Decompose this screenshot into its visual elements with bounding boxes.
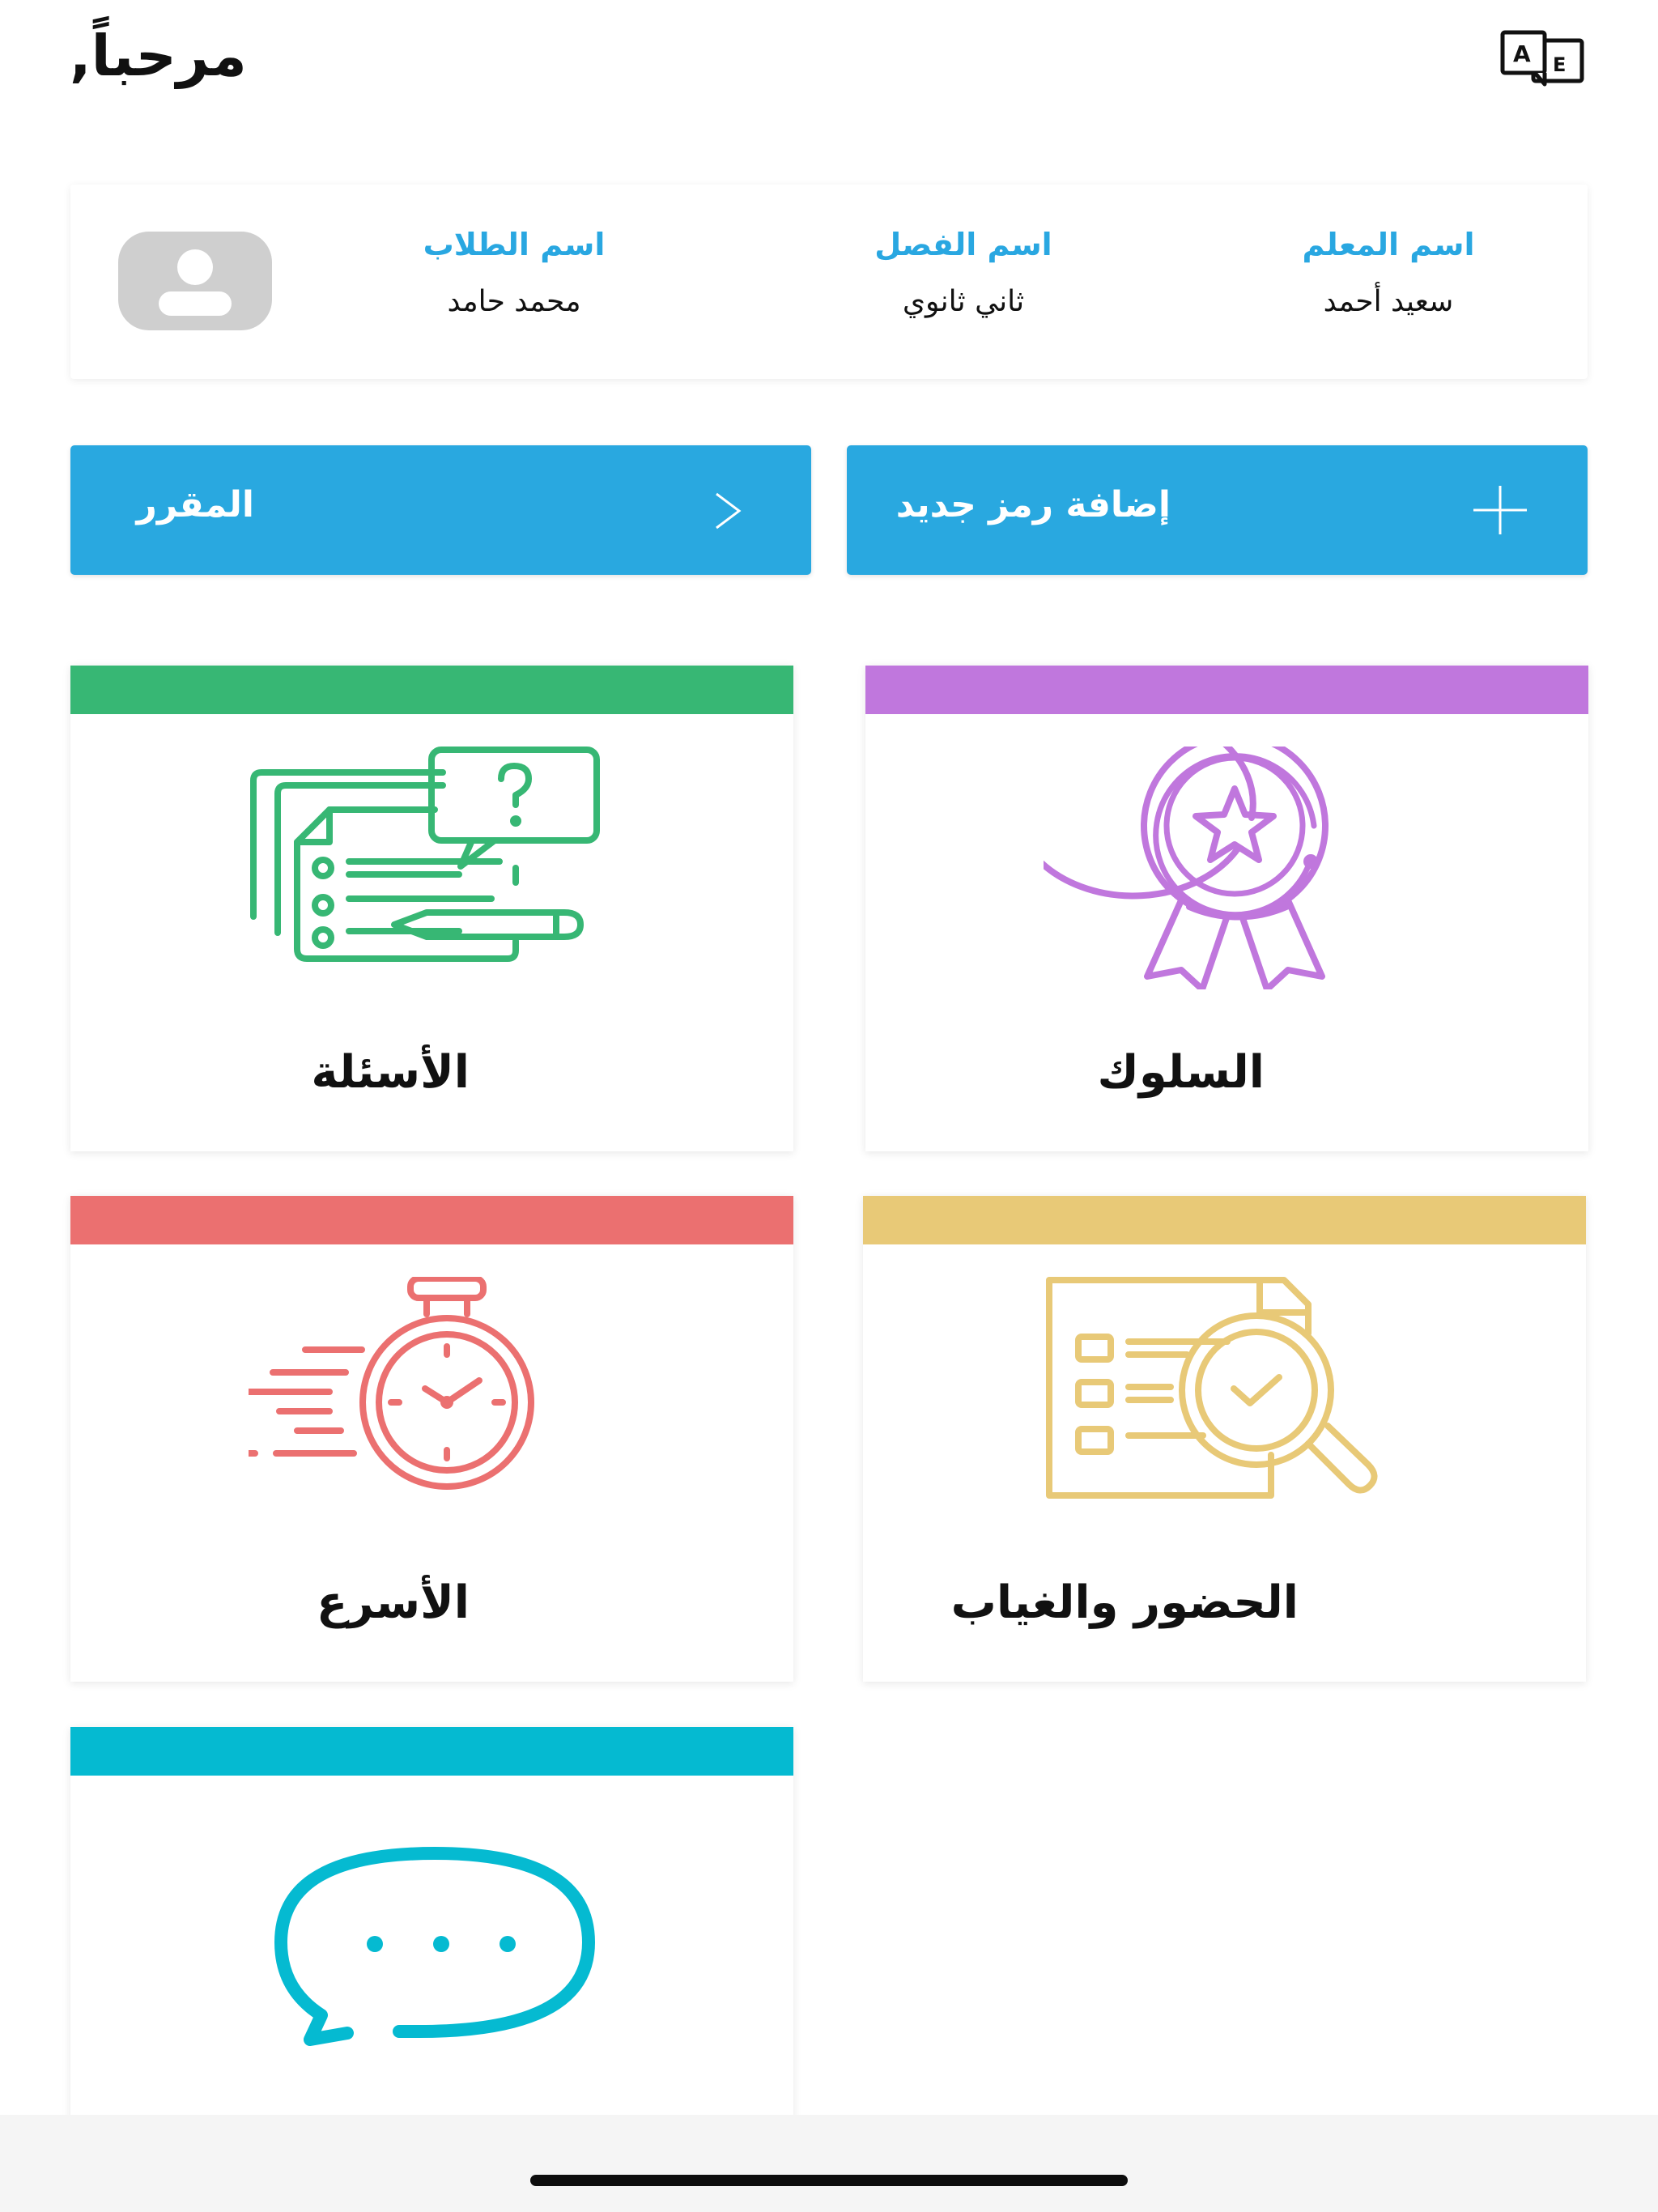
tile-color-bar bbox=[70, 1727, 793, 1776]
class-name-label: اسم الفصل bbox=[874, 227, 1052, 262]
course-button-label: المقرر bbox=[136, 484, 254, 525]
plus-icon bbox=[1473, 486, 1527, 534]
bottom-system-area bbox=[0, 2115, 1658, 2212]
chat-icon bbox=[274, 1847, 595, 2046]
tile-title: الأسئلة bbox=[311, 1046, 470, 1099]
tile-color-bar bbox=[863, 1196, 1586, 1244]
class-info: اسم الفصل ثاني ثانوي bbox=[834, 227, 1093, 318]
tile-color-bar bbox=[865, 666, 1588, 714]
teacher-info: اسم المعلم سعيد أحمد bbox=[1259, 227, 1518, 318]
tile-title: الأسرع bbox=[316, 1576, 470, 1629]
greeting-title: مرحباً, bbox=[70, 23, 247, 89]
attendance-icon bbox=[1046, 1277, 1378, 1499]
class-info-card: اسم الطلاب محمد حامد اسم الفصل ثاني ثانو… bbox=[70, 185, 1588, 379]
tile-title: السلوك bbox=[1097, 1046, 1265, 1099]
chevron-right-icon bbox=[716, 492, 742, 530]
teacher-name-label: اسم المعلم bbox=[1302, 227, 1475, 262]
student-info: اسم الطلاب محمد حامد bbox=[385, 227, 644, 318]
medal-icon bbox=[1044, 747, 1329, 989]
course-button[interactable]: المقرر bbox=[70, 445, 811, 575]
tile-attendance[interactable]: الحضور والغياب bbox=[863, 1196, 1586, 1682]
translate-icon: A E bbox=[1500, 30, 1584, 87]
teacher-name-value: سعيد أحمد bbox=[1323, 285, 1454, 318]
class-name-value: ثاني ثانوي bbox=[902, 285, 1025, 318]
home-indicator[interactable] bbox=[530, 2175, 1128, 2186]
svg-text:E: E bbox=[1553, 53, 1566, 76]
questions-icon bbox=[250, 747, 600, 962]
tile-color-bar bbox=[70, 1196, 793, 1244]
stopwatch-icon bbox=[249, 1277, 534, 1490]
svg-text:A: A bbox=[1513, 40, 1531, 67]
avatar[interactable] bbox=[118, 232, 272, 330]
user-icon bbox=[159, 249, 232, 316]
language-toggle-button[interactable]: A E bbox=[1499, 29, 1588, 87]
student-name-value: محمد حامد bbox=[447, 285, 581, 318]
tile-behavior[interactable]: السلوك bbox=[865, 666, 1588, 1151]
student-name-label: اسم الطلاب bbox=[423, 227, 606, 262]
tile-title: الحضور والغياب bbox=[950, 1576, 1299, 1629]
tile-color-bar bbox=[70, 666, 793, 714]
tile-questions[interactable]: الأسئلة bbox=[70, 666, 793, 1151]
tile-fastest[interactable]: الأسرع bbox=[70, 1196, 793, 1682]
add-code-button[interactable]: إضافة رمز جديد bbox=[847, 445, 1588, 575]
add-code-button-label: إضافة رمز جديد bbox=[895, 484, 1171, 525]
